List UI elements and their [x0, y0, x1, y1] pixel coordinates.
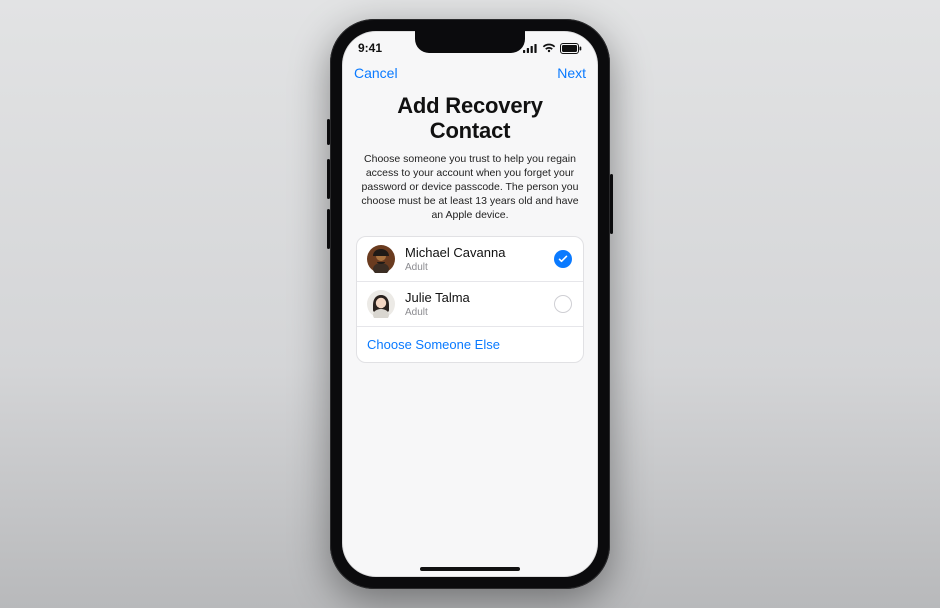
avatar [367, 290, 395, 318]
page-title-line1: Add Recovery [397, 93, 543, 118]
avatar [367, 245, 395, 273]
battery-icon [560, 43, 582, 54]
screen: 9:41 Cancel Next Add Recovery Contact [342, 31, 598, 577]
power-button [610, 174, 613, 234]
notch [415, 31, 525, 53]
selection-indicator [553, 294, 573, 314]
home-indicator[interactable] [420, 567, 520, 571]
volume-down-button [327, 209, 330, 249]
mute-switch [327, 119, 330, 145]
selection-indicator [553, 249, 573, 269]
iphone-frame: 9:41 Cancel Next Add Recovery Contact [330, 19, 610, 589]
contact-row-julie[interactable]: Julie Talma Adult [357, 282, 583, 327]
nav-bar: Cancel Next [342, 61, 598, 83]
contact-meta: Michael Cavanna Adult [405, 246, 543, 272]
choose-else-label: Choose Someone Else [367, 337, 500, 352]
contact-row-michael[interactable]: Michael Cavanna Adult [357, 237, 583, 282]
choose-someone-else-button[interactable]: Choose Someone Else [357, 327, 583, 362]
contact-role: Adult [405, 262, 543, 273]
contact-role: Adult [405, 307, 543, 318]
contact-name: Julie Talma [405, 291, 543, 305]
contact-name: Michael Cavanna [405, 246, 543, 260]
volume-up-button [327, 159, 330, 199]
page-title-line2: Contact [430, 118, 511, 143]
wifi-icon [542, 43, 556, 53]
circle-outline-icon [554, 295, 572, 313]
cancel-button[interactable]: Cancel [354, 65, 398, 81]
contact-list: Michael Cavanna Adult Julie Talma [356, 236, 584, 363]
status-time: 9:41 [358, 41, 382, 55]
page-title: Add Recovery Contact [356, 93, 584, 144]
page-description: Choose someone you trust to help you reg… [356, 152, 584, 223]
cellular-signal-icon [523, 43, 538, 53]
content: Add Recovery Contact Choose someone you … [342, 83, 598, 363]
contact-meta: Julie Talma Adult [405, 291, 543, 317]
checkmark-circle-filled-icon [554, 250, 572, 268]
status-right [523, 43, 582, 54]
next-button[interactable]: Next [557, 65, 586, 81]
